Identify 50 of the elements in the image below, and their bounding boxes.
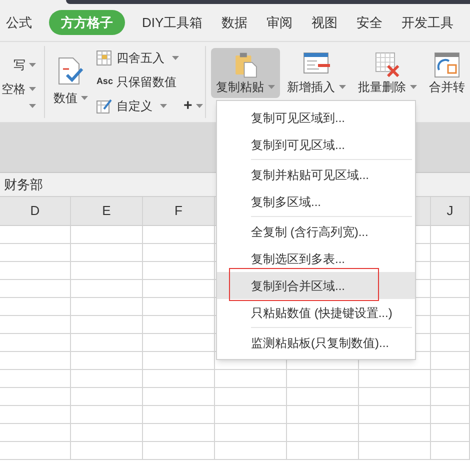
insert-row-icon bbox=[302, 52, 330, 76]
caret-icon bbox=[29, 87, 36, 91]
ribbon-tab[interactable]: 公式 bbox=[4, 10, 34, 36]
add-button[interactable]: + bbox=[183, 94, 204, 118]
table-pen-icon bbox=[96, 98, 112, 114]
menu-item[interactable]: 只粘贴数值 (快捷键设置...) bbox=[217, 299, 415, 326]
table-icon bbox=[96, 50, 112, 66]
menu-item[interactable]: 复制到合并区域... bbox=[217, 272, 415, 299]
asc-icon: Asc bbox=[96, 75, 112, 89]
caret-icon bbox=[410, 85, 417, 89]
formula-bar-value: 财务部 bbox=[4, 176, 43, 194]
ribbon-large-button[interactable]: 复制粘贴 bbox=[211, 48, 280, 98]
column-header[interactable]: J bbox=[446, 201, 454, 221]
number-button[interactable]: 数值 bbox=[45, 57, 96, 107]
column-header[interactable]: D bbox=[30, 201, 40, 221]
column-header[interactable]: E bbox=[102, 201, 111, 221]
ribbon-small-button[interactable]: 自定义 + bbox=[96, 96, 204, 116]
menu-item[interactable]: 复制可见区域到... bbox=[217, 104, 415, 131]
column-header[interactable]: F bbox=[174, 201, 182, 221]
clipboard-icon bbox=[232, 52, 258, 78]
number-check-icon bbox=[58, 57, 84, 85]
caret-icon bbox=[81, 96, 88, 100]
menu-item[interactable]: 复制并粘贴可见区域... bbox=[217, 161, 415, 188]
table-convert-icon bbox=[434, 52, 460, 78]
caret-icon bbox=[268, 85, 275, 89]
menu-item[interactable]: 复制选区到多表... bbox=[217, 245, 415, 272]
ribbon-tab[interactable]: 审阅 bbox=[264, 10, 295, 36]
caret-icon bbox=[196, 104, 204, 108]
caret-icon bbox=[339, 85, 346, 89]
caret-icon bbox=[29, 104, 36, 108]
ribbon-small-button[interactable]: Asc 只保留数值 bbox=[96, 72, 204, 92]
caret-icon bbox=[29, 63, 36, 67]
ribbon-tab[interactable]: 视图 bbox=[310, 10, 340, 36]
menu-item[interactable]: 复制到可见区域... bbox=[217, 131, 415, 158]
ribbon-tab[interactable]: 开发工具 bbox=[400, 10, 456, 36]
ribbon-large-button[interactable]: 新增插入 bbox=[282, 48, 351, 98]
ribbon-tab[interactable]: 数据 bbox=[220, 10, 250, 36]
caret-icon bbox=[172, 56, 180, 60]
menu-item[interactable]: 监测粘贴板(只复制数值)... bbox=[217, 329, 415, 356]
ribbon-large-button[interactable]: 批量删除 bbox=[353, 48, 422, 98]
caret-icon bbox=[160, 104, 168, 108]
menu-item[interactable]: 复制多区域... bbox=[217, 188, 415, 215]
ribbon-tab[interactable]: 安全 bbox=[354, 10, 385, 36]
ribbon-menu-button[interactable]: 写 bbox=[13, 56, 36, 74]
table-delete-icon bbox=[374, 52, 402, 78]
ribbon-large-button[interactable]: 合并转 bbox=[424, 48, 470, 98]
ribbon-small-button[interactable]: 四舍五入 bbox=[96, 48, 204, 68]
ribbon-tab[interactable]: DIY工具箱 bbox=[140, 10, 205, 36]
menu-item[interactable]: 全复制 (含行高列宽)... bbox=[217, 218, 415, 245]
ribbon-menu-button[interactable]: 空格 bbox=[1, 80, 36, 98]
